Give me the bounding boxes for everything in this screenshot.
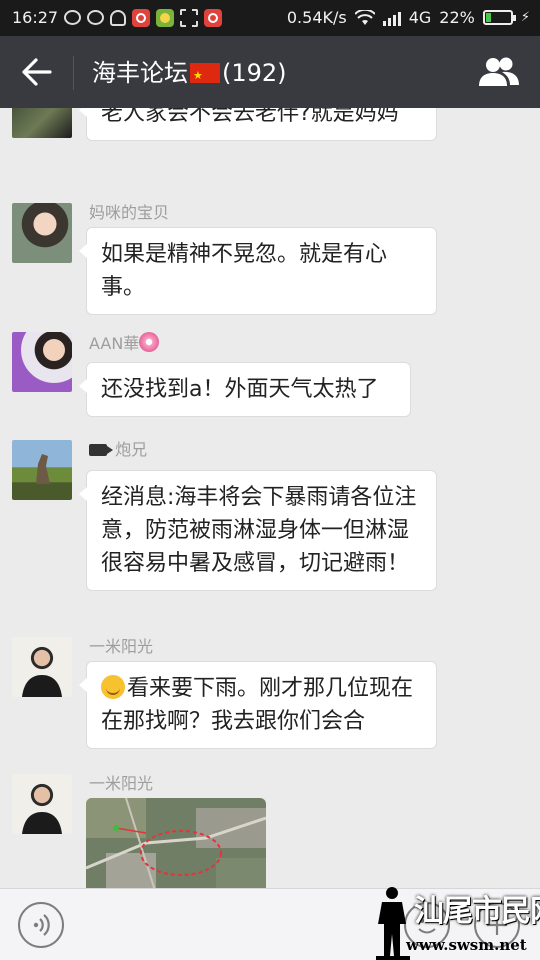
avatar[interactable] (12, 108, 72, 138)
message-text: 还没找到a！外面天气太热了 (101, 377, 379, 402)
back-button[interactable] (14, 52, 58, 92)
message-bubble[interactable]: 看来要下雨。刚才那几位现在在那找啊？我去跟你们会合 (79, 661, 437, 749)
back-arrow-icon (22, 58, 52, 86)
cherry-blossom-icon (139, 332, 160, 352)
status-time: 16:27 (12, 8, 59, 27)
signal-icon (382, 10, 401, 26)
chat-message: 一米阳光 (12, 774, 528, 888)
avatar[interactable] (12, 440, 72, 500)
chat-message: 老人家会不会去老伴?就是妈妈 (12, 108, 528, 188)
chat-title: 海丰论坛 (192) (92, 58, 287, 91)
wechat-icon (64, 10, 82, 25)
battery-icon (482, 10, 516, 25)
chat-message: 一米阳光 看来要下雨。刚才那几位现在在那找啊？我去跟你们会合 (12, 637, 528, 762)
group-members-button[interactable] (476, 54, 522, 90)
avatar[interactable] (12, 332, 72, 392)
watermark-title: 汕尾市民网 (414, 894, 540, 929)
satellite-map-image (86, 798, 266, 888)
member-count: (192) (222, 59, 287, 87)
sender-name: AAN華 (89, 332, 160, 354)
group-name: 海丰论坛 (92, 59, 188, 87)
sender-name: 炮兄 (89, 440, 147, 460)
sender-name: 妈咪的宝贝 (89, 203, 170, 222)
netease-music-icon (204, 8, 223, 27)
person-photo-icon (22, 812, 62, 834)
message-bubble[interactable]: 如果是精神不晃忽。就是有心事。 (79, 227, 437, 315)
china-flag-icon (190, 61, 220, 91)
site-watermark: 汕尾市民网 www.swsm.net (376, 884, 540, 960)
avatar[interactable] (12, 203, 72, 263)
wifi-icon (354, 9, 375, 25)
wechat-icon (87, 10, 105, 25)
status-bar: 16:27 0.54K/s 4G 22% ⚡ (0, 0, 540, 36)
grinning-face-emoji-icon (101, 675, 125, 699)
chat-message: AAN華 还没找到a！外面天气太热了 (12, 332, 528, 422)
watermark-url: www.swsm.net (406, 936, 527, 954)
chat-message: 炮兄 经消息:海丰将会下暴雨请各位注意，防范被雨淋湿身体一但淋湿很容易中暑及感冒… (12, 440, 528, 630)
scan-icon (180, 8, 199, 27)
voice-button[interactable] (18, 902, 64, 948)
sender-name: 一米阳光 (89, 637, 154, 656)
avatar[interactable] (12, 637, 72, 697)
person-photo-icon (22, 675, 62, 697)
image-message[interactable] (86, 798, 266, 888)
message-text: 看来要下雨。刚才那几位现在在那找啊？我去跟你们会合 (101, 676, 414, 734)
movie-camera-icon (89, 444, 113, 456)
goat-statue-icon (36, 454, 50, 484)
sender-name-text: AAN華 (89, 334, 140, 353)
avatar[interactable] (12, 774, 72, 834)
message-bubble[interactable]: 老人家会不会去老伴?就是妈妈 (79, 108, 437, 141)
chat-message: 妈咪的宝贝 如果是精神不晃忽。就是有心事。 (12, 203, 528, 315)
nav-divider (73, 56, 74, 90)
battery-percent: 22% (439, 8, 475, 27)
message-text: 经消息:海丰将会下暴雨请各位注意，防范被雨淋湿身体一但淋湿很容易中暑及感冒，切记… (101, 485, 417, 576)
chat-header: 海丰论坛 (192) (0, 36, 540, 108)
sender-name: 一米阳光 (89, 774, 154, 793)
net-speed: 0.54K/s (286, 8, 347, 27)
app-green-icon (156, 8, 175, 27)
message-text: 如果是精神不晃忽。就是有心事。 (101, 242, 388, 300)
netease-music-icon (132, 8, 151, 27)
charging-icon: ⚡ (520, 10, 530, 25)
voice-icon (33, 914, 50, 936)
message-bubble[interactable]: 经消息:海丰将会下暴雨请各位注意，防范被雨淋湿身体一但淋湿很容易中暑及感冒，切记… (79, 470, 437, 591)
lock-icon (110, 9, 127, 26)
group-members-icon (479, 57, 519, 86)
sender-name-text: 炮兄 (115, 440, 148, 459)
chat-message-list[interactable]: 老人家会不会去老伴?就是妈妈 妈咪的宝贝 如果是精神不晃忽。就是有心事。 AAN… (0, 108, 540, 888)
message-bubble[interactable]: 还没找到a！外面天气太热了 (79, 362, 411, 417)
message-text: 老人家会不会去老伴?就是妈妈 (101, 108, 399, 126)
network-type: 4G (408, 8, 432, 27)
